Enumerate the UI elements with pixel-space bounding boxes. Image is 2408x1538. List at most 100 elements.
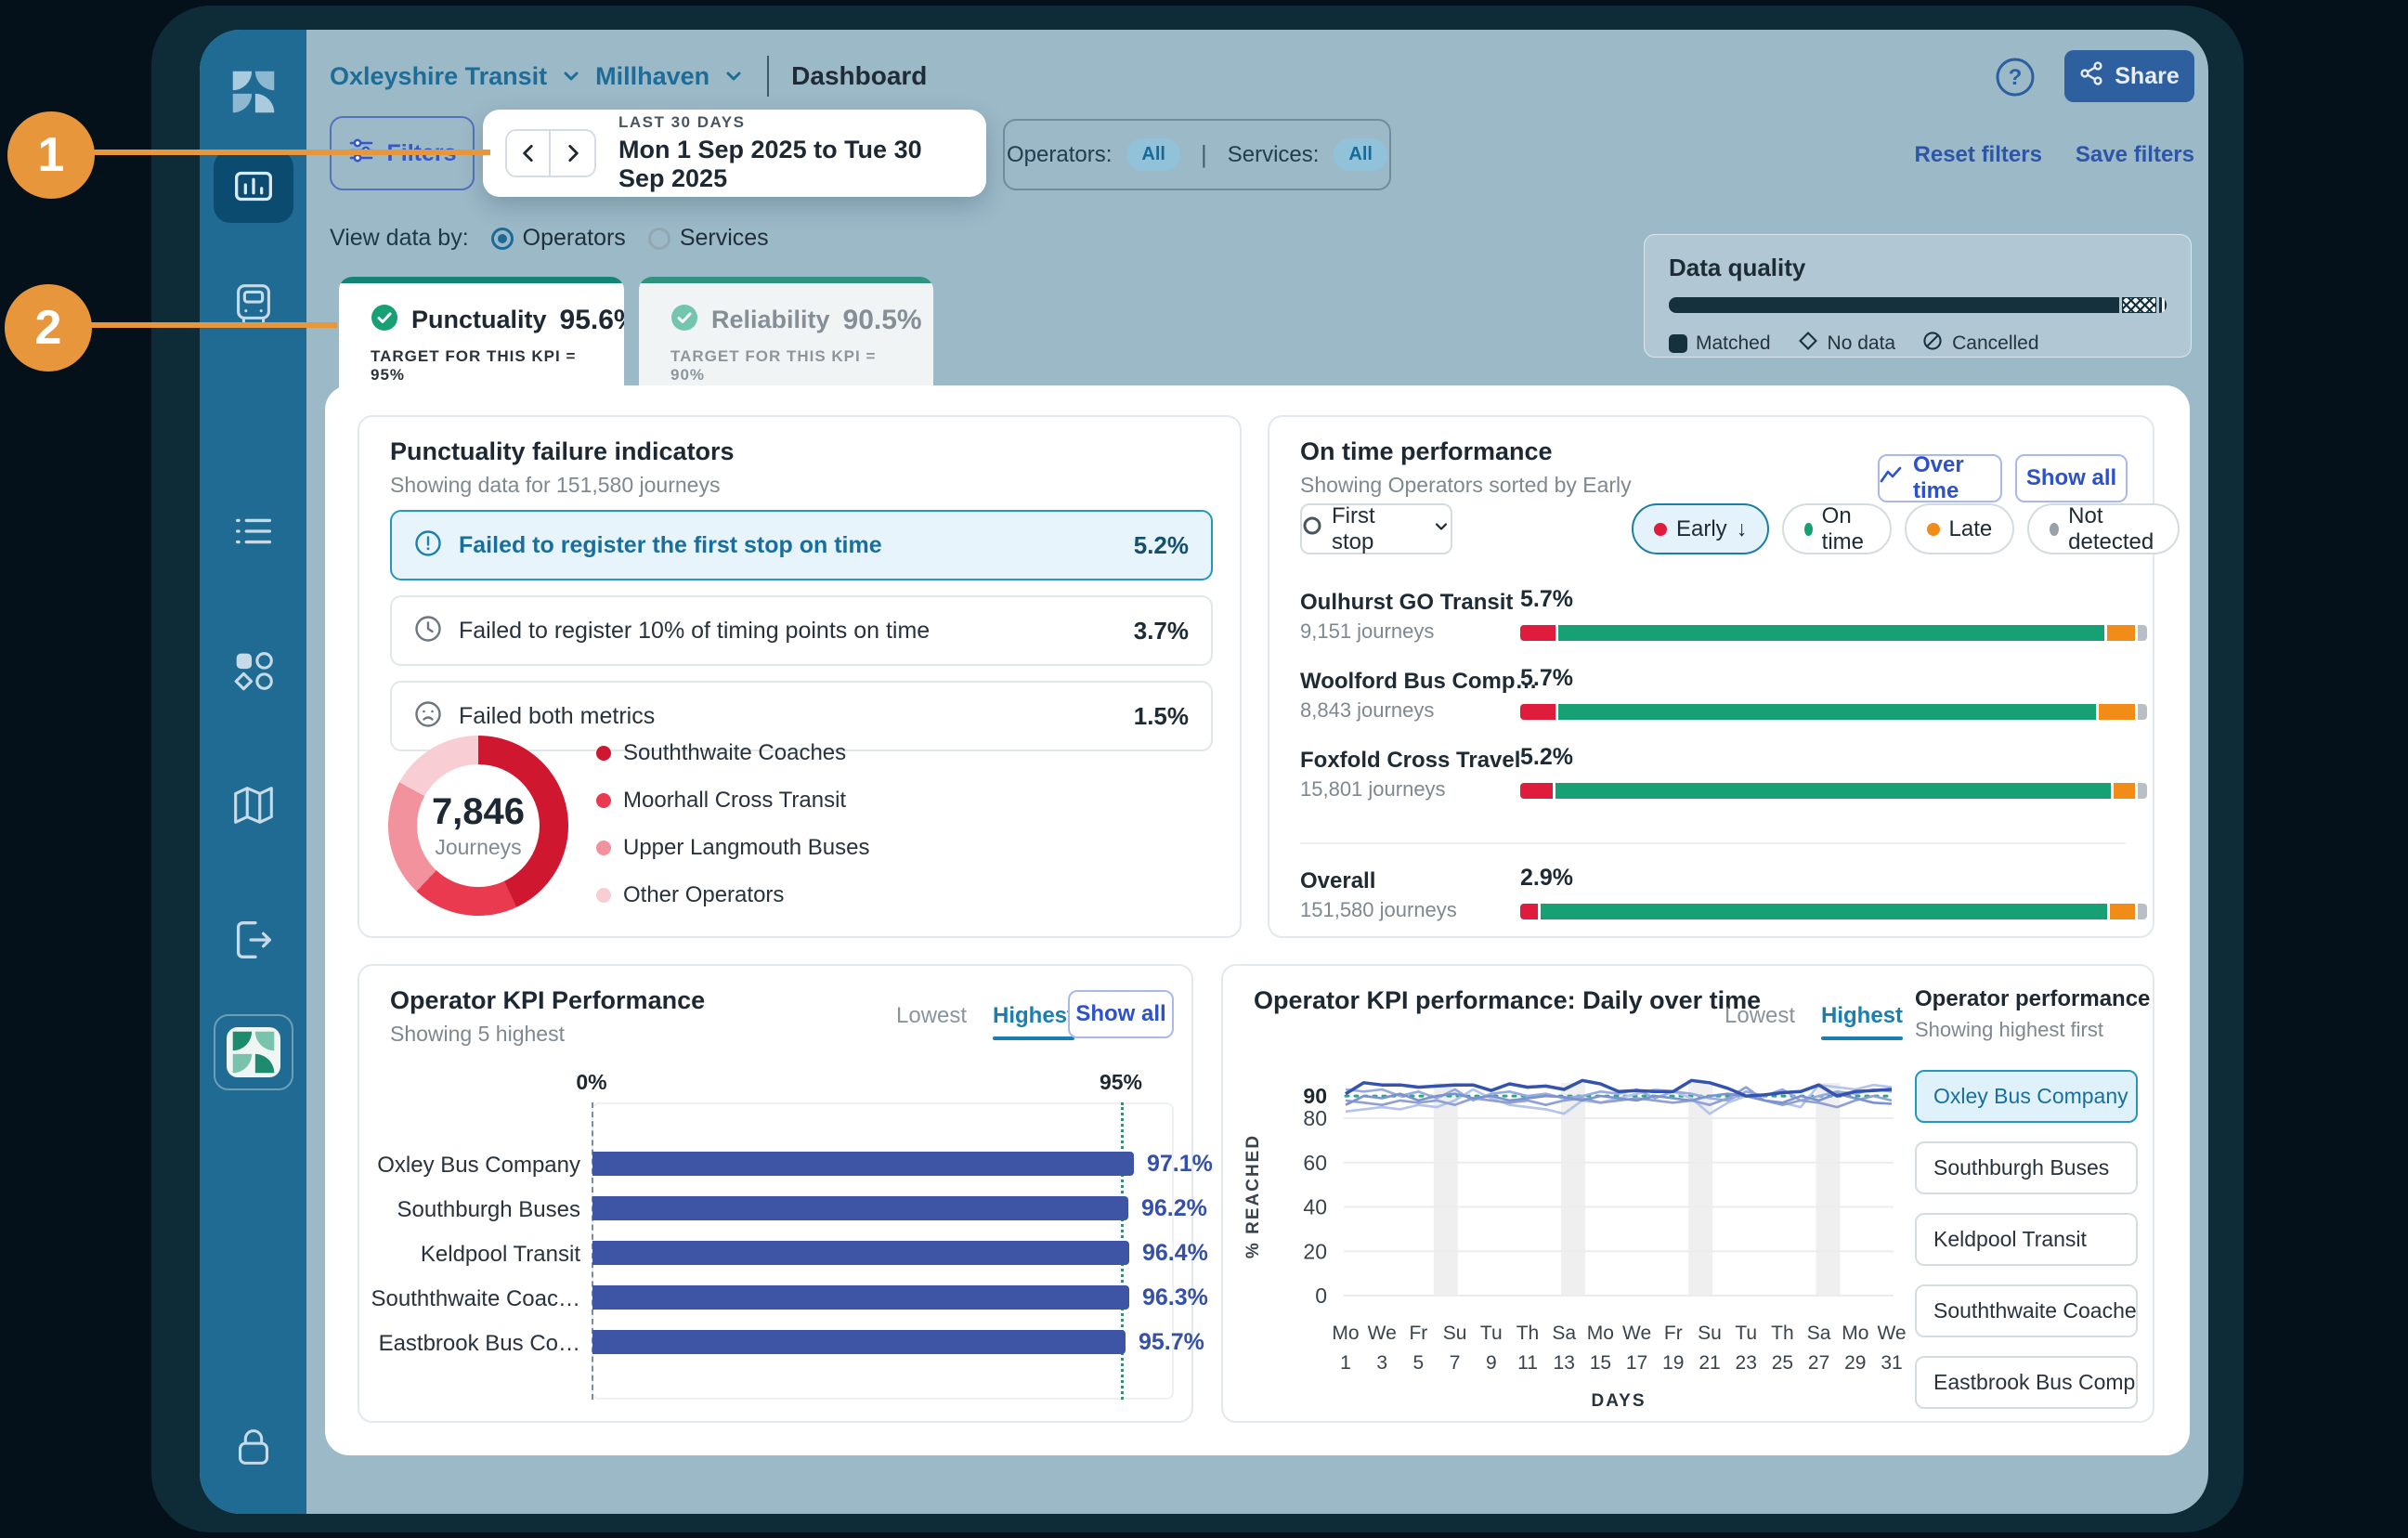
show-all-button[interactable]: Show all <box>2015 454 2128 502</box>
bar-segment <box>1555 783 2111 799</box>
date-range-value: Mon 1 Sep 2025 to Tue 30 Sep 2025 <box>618 136 964 193</box>
operator-button-souththwaite-coaches[interactable]: Souththwaite Coaches <box>1915 1284 2138 1337</box>
cancel-icon <box>1921 330 1944 358</box>
prev-period-button[interactable] <box>507 131 551 176</box>
failure-row-value: 3.7% <box>1134 617 1189 645</box>
svg-text:Mo: Mo <box>1332 1323 1359 1344</box>
radio-off-icon <box>648 228 670 250</box>
svg-text:Sa: Sa <box>1552 1323 1576 1344</box>
pill-on-time[interactable]: On time <box>1782 503 1891 554</box>
card-title: On time performance <box>1300 437 1553 466</box>
donut-legend-item: Upper Langmouth Buses <box>596 835 870 861</box>
highest-toggle[interactable]: Highest <box>993 1003 1074 1029</box>
services-filter-value[interactable]: All <box>1334 138 1387 171</box>
dashboard-icon <box>228 162 279 212</box>
operator-journeys: 151,580 journeys <box>1300 898 1457 922</box>
breadcrumb: Oxleyshire Transit Millhaven Dashboard <box>330 56 927 97</box>
next-period-button[interactable] <box>551 131 594 176</box>
sidebar-item-nav-categories[interactable] <box>200 641 306 700</box>
svg-text:Th: Th <box>1516 1323 1540 1344</box>
map-icon <box>228 780 279 830</box>
stacked-bar <box>1520 704 2147 720</box>
svg-text:27: 27 <box>1808 1352 1829 1374</box>
legend-label: Other Operators <box>623 882 784 908</box>
lowest-toggle[interactable]: Lowest <box>1725 1003 1795 1029</box>
save-filters-link[interactable]: Save filters <box>2076 142 2194 168</box>
tab-target: TARGET FOR THIS KPI = 95% <box>371 347 596 384</box>
operator-button-keldpool-transit[interactable]: Keldpool Transit <box>1915 1213 2138 1266</box>
sidebar-item-nav-lock[interactable] <box>200 1417 306 1477</box>
early-percentage: 5.7% <box>1520 586 1573 613</box>
failure-row-first-stop[interactable]: Failed to register the first stop on tim… <box>390 510 1213 580</box>
legend-dot-icon <box>596 841 611 855</box>
sidebar-item-nav-map[interactable] <box>200 776 306 835</box>
card-subtitle: Showing Operators sorted by Early <box>1300 473 1632 498</box>
bar-segment <box>1541 904 2107 919</box>
tab-reliability[interactable]: Reliability 90.5% TARGET FOR THIS KPI = … <box>639 277 933 398</box>
sidebar-item-nav-dashboard[interactable] <box>214 150 293 223</box>
bar-segment <box>1520 783 1553 799</box>
show-all-button[interactable]: Show all <box>1068 990 1174 1038</box>
svg-text:80: 80 <box>1303 1106 1327 1130</box>
failure-row-value: 5.2% <box>1134 531 1189 560</box>
svg-text:0: 0 <box>1315 1284 1327 1308</box>
kpi-bar <box>592 1241 1129 1265</box>
divider: | <box>1201 140 1207 169</box>
radio-services[interactable]: Services <box>648 225 769 252</box>
reset-filters-link[interactable]: Reset filters <box>1915 142 2042 168</box>
svg-text:Sa: Sa <box>1807 1323 1831 1344</box>
share-button[interactable]: Share <box>2064 50 2194 102</box>
operator-button-southburgh-buses[interactable]: Southburgh Buses <box>1915 1141 2138 1194</box>
date-nav <box>505 129 596 177</box>
chevron-down-icon[interactable] <box>560 65 582 87</box>
bar-category-label: Southburgh Buses <box>367 1197 580 1223</box>
chevron-down-icon[interactable] <box>722 65 745 87</box>
donut-legend-item: Moorhall Cross Transit <box>596 788 870 814</box>
status-dot-icon <box>1927 523 1940 536</box>
sidebar-item-logo <box>200 65 306 119</box>
svg-text:13: 13 <box>1554 1352 1575 1374</box>
pill-not-detected[interactable]: Not detected <box>2027 503 2180 554</box>
region-selector[interactable]: Millhaven <box>595 62 709 91</box>
card-title: Operator KPI Performance <box>390 986 705 1015</box>
highest-toggle[interactable]: Highest <box>1821 1003 1903 1029</box>
over-time-button[interactable]: Over time <box>1878 454 2002 502</box>
callout-badge-1: 1 <box>7 111 95 199</box>
axis-label-95: 95% <box>1100 1070 1142 1095</box>
logo-icon <box>229 68 278 116</box>
bar-category-label: Eastbrook Bus Co… <box>367 1331 580 1357</box>
donut-label: Journeys <box>435 835 521 860</box>
data-quality-segment-no-data <box>2122 297 2156 313</box>
view-by-label: View data by: <box>330 225 469 252</box>
donut-legend-item: Other Operators <box>596 882 870 908</box>
date-preset-label: LAST 30 DAYS <box>618 113 964 132</box>
pill-early[interactable]: Early↓ <box>1632 503 1769 554</box>
operator-button-eastbrook-bus-compa[interactable]: Eastbrook Bus Compa… <box>1915 1356 2138 1409</box>
operators-filter-value[interactable]: All <box>1126 138 1180 171</box>
date-texts: LAST 30 DAYS Mon 1 Sep 2025 to Tue 30 Se… <box>618 113 964 193</box>
operator-name: Oulhurst GO Transit <box>1300 590 1513 616</box>
svg-text:19: 19 <box>1662 1352 1684 1374</box>
legend-dot-icon <box>596 888 611 903</box>
org-selector[interactable]: Oxleyshire Transit <box>330 62 547 91</box>
operator-button-oxley-bus-company[interactable]: Oxley Bus Company <box>1915 1070 2138 1123</box>
pill-late[interactable]: Late <box>1905 503 2015 554</box>
first-stop-dropdown[interactable]: First stop <box>1300 503 1452 554</box>
lowest-toggle[interactable]: Lowest <box>896 1003 967 1029</box>
app-window: Oxleyshire Transit Millhaven Dashboard ?… <box>200 30 2208 1514</box>
failure-row-label: Failed to register the first stop on tim… <box>459 532 882 559</box>
axis-label-0: 0% <box>576 1070 606 1095</box>
sidebar-item-nav-list[interactable] <box>200 502 306 561</box>
sidebar-item-nav-logout[interactable] <box>200 910 306 970</box>
sidebar-item-nav-app[interactable] <box>214 1014 293 1090</box>
help-button[interactable]: ? <box>1992 56 2038 102</box>
radio-operators[interactable]: Operators <box>491 225 626 252</box>
pill-label: Late <box>1949 516 1993 542</box>
data-quality-legend: Matched No data Cancelled <box>1669 330 2167 358</box>
tab-punctuality[interactable]: Punctuality 95.6% TARGET FOR THIS KPI = … <box>339 277 624 388</box>
failure-row-timing-points[interactable]: Failed to register 10% of timing points … <box>390 595 1213 666</box>
early-percentage: 5.7% <box>1520 665 1573 692</box>
bar-value-label: 95.7% <box>1139 1329 1204 1356</box>
trend-line-icon <box>1880 465 1904 492</box>
check-circle-icon <box>371 304 398 336</box>
